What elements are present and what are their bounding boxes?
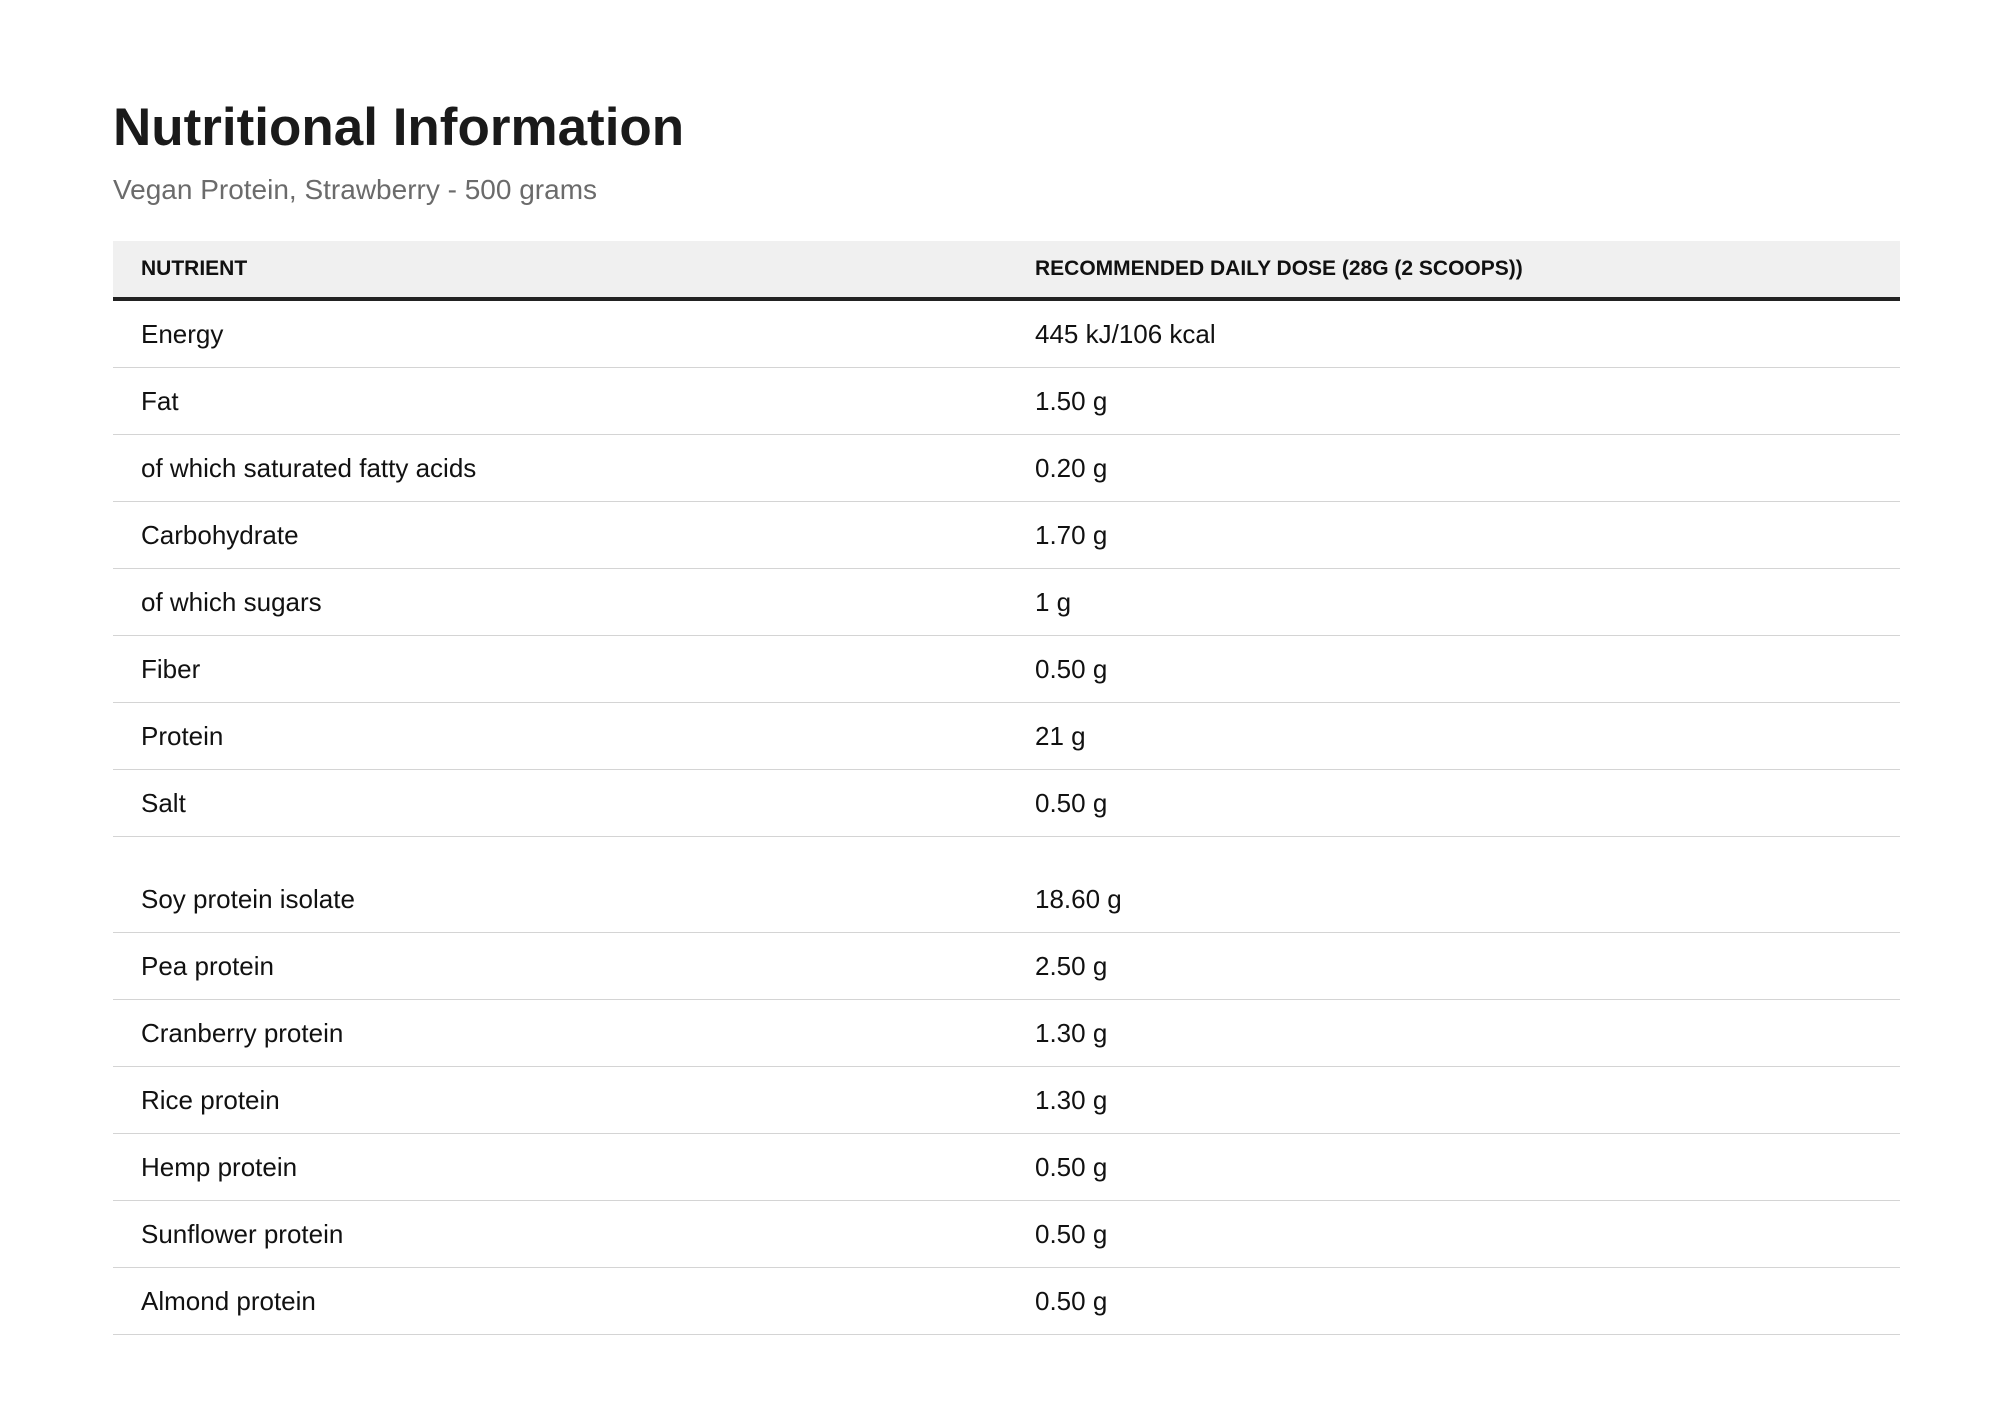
nutrient-name: Cranberry protein — [113, 999, 1007, 1067]
nutrient-name: Energy — [113, 299, 1007, 368]
nutrient-name: Fat — [113, 367, 1007, 435]
nutrient-dose: 0.50 g — [1007, 635, 1900, 703]
table-row: Hemp protein 0.50 g — [113, 1133, 1900, 1201]
nutrient-dose: 1.70 g — [1007, 501, 1900, 569]
nutrient-dose: 0.50 g — [1007, 1267, 1900, 1335]
group-spacer-cell — [113, 837, 1900, 867]
nutrient-dose: 0.50 g — [1007, 1133, 1900, 1201]
table-body: Energy 445 kJ/106 kcal Fat 1.50 g of which s… — [113, 299, 1900, 1335]
nutrient-name: Protein — [113, 702, 1007, 770]
table-row: Energy 445 kJ/106 kcal — [113, 299, 1900, 368]
nutrient-dose: 0.50 g — [1007, 769, 1900, 837]
nutrient-dose: 2.50 g — [1007, 932, 1900, 1000]
nutrient-name: Hemp protein — [113, 1133, 1007, 1201]
nutrient-name: Carbohydrate — [113, 501, 1007, 569]
nutrient-name: Sunflower protein — [113, 1200, 1007, 1268]
table-row: Rice protein 1.30 g — [113, 1066, 1900, 1134]
nutrient-dose: 0.50 g — [1007, 1200, 1900, 1268]
table-row: of which saturated fatty acids 0.20 g — [113, 434, 1900, 502]
nutrient-name: Soy protein isolate — [113, 866, 1007, 933]
nutrient-name: Fiber — [113, 635, 1007, 703]
nutrient-dose: 0.20 g — [1007, 434, 1900, 502]
nutrient-dose: 1 g — [1007, 568, 1900, 636]
nutrient-dose: 1.50 g — [1007, 367, 1900, 435]
table-row: Fat 1.50 g — [113, 367, 1900, 435]
nutrient-name: Almond protein — [113, 1267, 1007, 1335]
table-row: Carbohydrate 1.70 g — [113, 501, 1900, 569]
table-row: Salt 0.50 g — [113, 769, 1900, 837]
column-header-dose: Recommended Daily Dose (28g (2 scoops)) — [1007, 241, 1900, 301]
nutrient-name: of which saturated fatty acids — [113, 434, 1007, 502]
nutrient-dose: 1.30 g — [1007, 999, 1900, 1067]
nutrient-name: Rice protein — [113, 1066, 1007, 1134]
table-row: of which sugars 1 g — [113, 568, 1900, 636]
group-spacer — [113, 837, 1900, 867]
table-header: Nutrient Recommended Daily Dose (28g (2 … — [113, 241, 1900, 301]
table-row: Cranberry protein 1.30 g — [113, 999, 1900, 1067]
table-row: Fiber 0.50 g — [113, 635, 1900, 703]
nutrition-table: Nutrient Recommended Daily Dose (28g (2 … — [113, 241, 1900, 1335]
nutrient-name: of which sugars — [113, 568, 1007, 636]
product-subtitle: Vegan Protein, Strawberry - 500 grams — [113, 174, 598, 205]
nutrition-page: Nutritional Information Vegan Protein, S… — [0, 0, 1900, 1335]
nutrient-dose: 445 kJ/106 kcal — [1007, 299, 1900, 368]
table-row: Protein 21 g — [113, 702, 1900, 770]
nutrient-name: Pea protein — [113, 932, 1007, 1000]
page-title: Nutritional Information — [113, 98, 685, 157]
nutrient-name: Salt — [113, 769, 1007, 837]
nutrient-dose: 18.60 g — [1007, 866, 1900, 933]
nutrient-dose: 21 g — [1007, 702, 1900, 770]
column-header-nutrient: Nutrient — [113, 241, 1007, 301]
table-row: Sunflower protein 0.50 g — [113, 1200, 1900, 1268]
header-row: Nutrient Recommended Daily Dose (28g (2 … — [113, 241, 1900, 301]
nutrient-dose: 1.30 g — [1007, 1066, 1900, 1134]
table-row: Soy protein isolate 18.60 g — [113, 866, 1900, 933]
table-row: Almond protein 0.50 g — [113, 1267, 1900, 1335]
table-row: Pea protein 2.50 g — [113, 932, 1900, 1000]
